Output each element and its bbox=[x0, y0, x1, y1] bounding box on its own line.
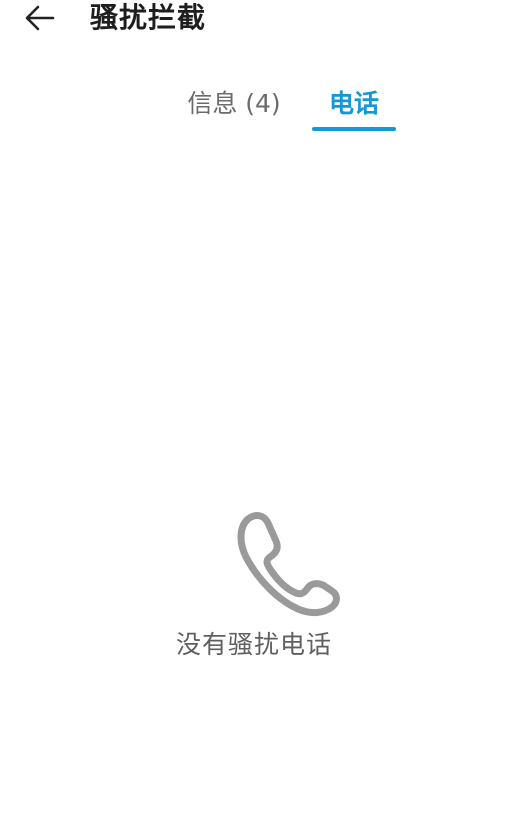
tab-bar: 信息 (4) 电话 bbox=[0, 84, 508, 134]
back-button[interactable] bbox=[18, 0, 62, 36]
top-bar: 骚扰拦截 bbox=[0, 0, 508, 50]
page-title: 骚扰拦截 bbox=[90, 1, 207, 34]
phone-icon bbox=[237, 512, 340, 617]
empty-state-text: 没有骚扰电话 bbox=[175, 630, 332, 659]
tab-selected-indicator bbox=[312, 127, 396, 131]
tab-calls[interactable]: 电话 bbox=[312, 84, 396, 132]
arrow-left-icon bbox=[25, 5, 55, 31]
tab-messages[interactable]: 信息 (4) bbox=[176, 84, 292, 132]
